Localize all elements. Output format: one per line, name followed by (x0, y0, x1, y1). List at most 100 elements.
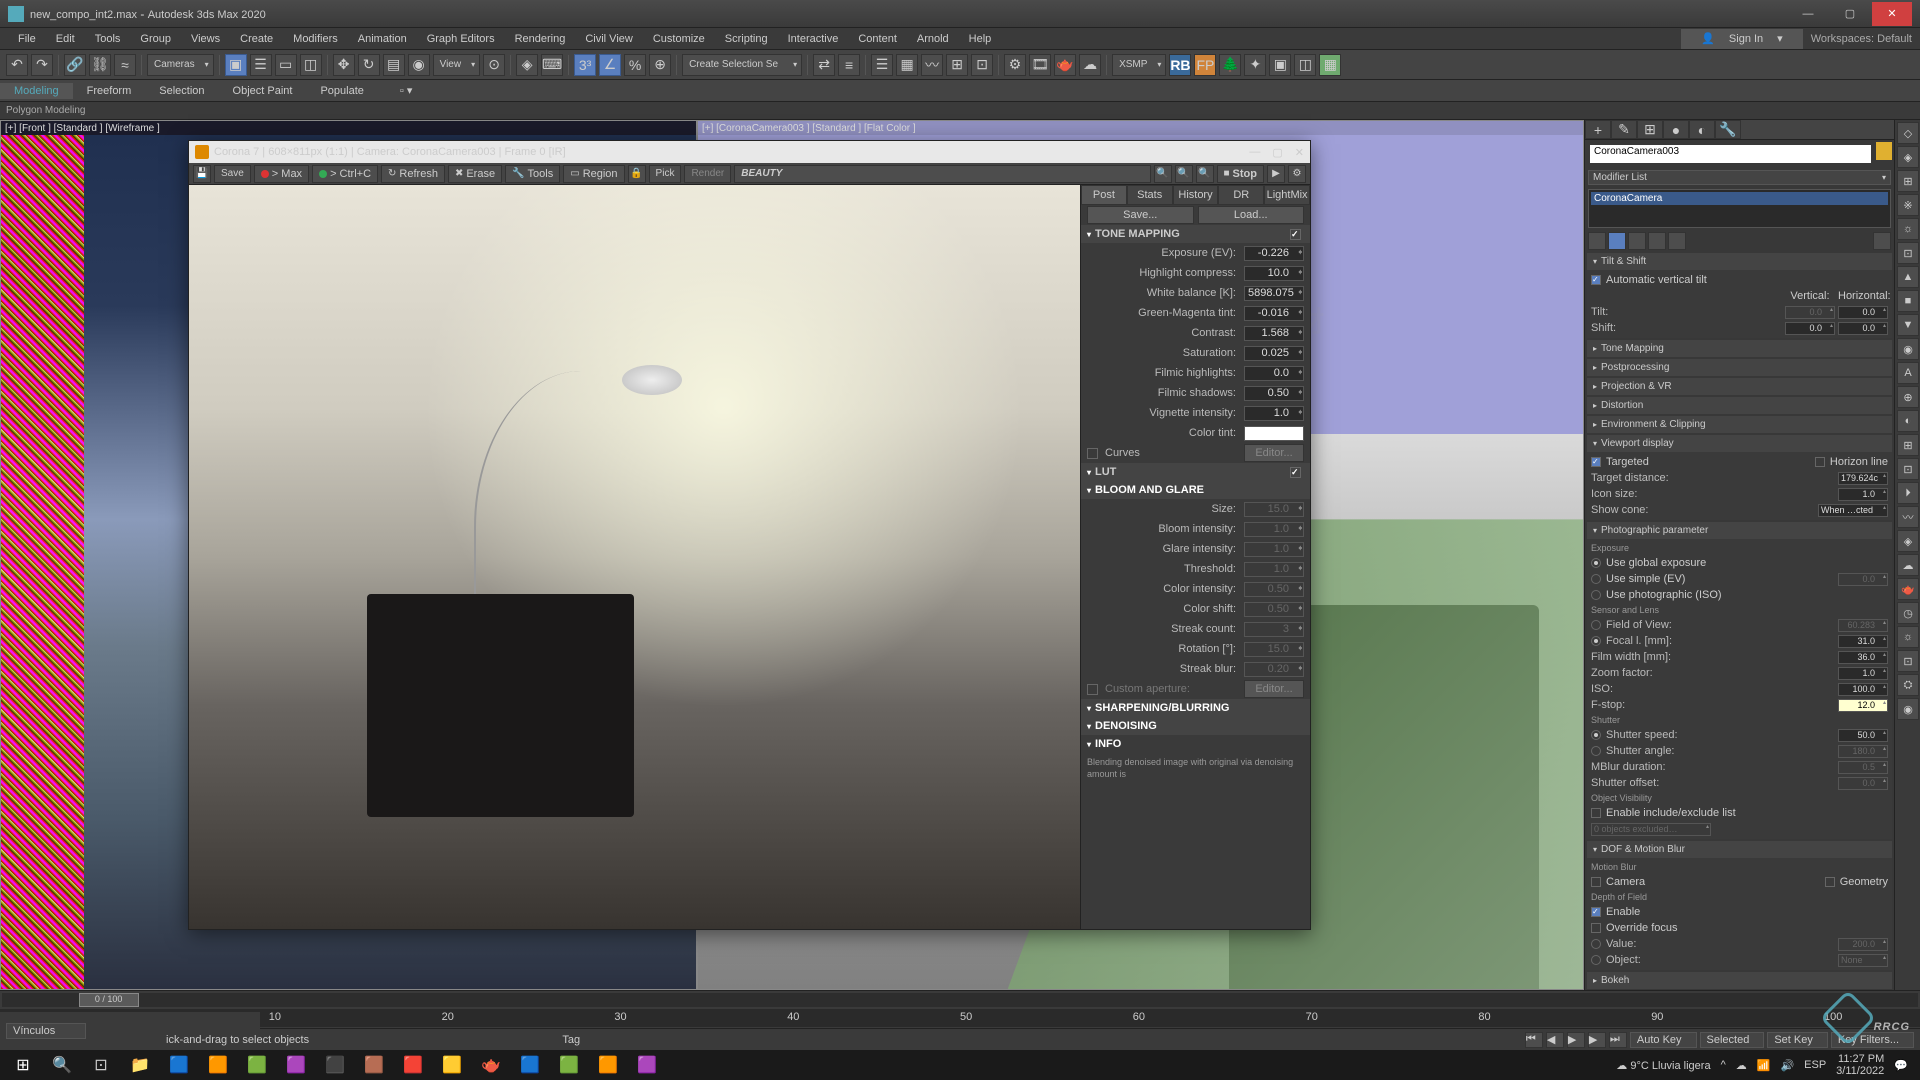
app-taskbar-icon-12[interactable]: 🟧 (589, 1051, 627, 1079)
notifications-icon[interactable]: 💬 (1894, 1059, 1908, 1072)
corona-stop-button[interactable]: ■ Stop (1217, 165, 1265, 183)
corona-tools-button[interactable]: 🔧 Tools (505, 165, 560, 183)
corona-lock-icon[interactable]: 🔒 (628, 165, 646, 183)
pivot-button[interactable]: ⊙ (483, 54, 505, 76)
global-exp-radio[interactable] (1591, 558, 1601, 568)
rt-icon-14[interactable]: ⊞ (1897, 434, 1919, 456)
target-distance-field[interactable]: 179.624c (1838, 472, 1888, 485)
close-button[interactable]: ✕ (1872, 2, 1912, 26)
start-button[interactable]: ⊞ (4, 1051, 42, 1079)
menu-arnold[interactable]: Arnold (907, 31, 959, 47)
system-clock[interactable]: 11:27 PM3/11/2022 (1836, 1053, 1884, 1077)
rt-icon-5[interactable]: ☼ (1897, 218, 1919, 240)
rollout-envclip[interactable]: Environment & Clipping (1587, 416, 1892, 433)
link-button[interactable]: 🔗 (64, 54, 86, 76)
shift-v-field[interactable]: 0.0 (1785, 322, 1835, 335)
search-button[interactable]: 🔍 (43, 1051, 81, 1079)
render-setup-button[interactable]: ⚙ (1004, 54, 1026, 76)
create-tab[interactable]: + (1585, 120, 1611, 139)
rt-icon-17[interactable]: 〰 (1897, 506, 1919, 528)
schematic-button[interactable]: ⊞ (946, 54, 968, 76)
corona-titlebar[interactable]: Corona 7 | 608×811px (1:1) | Camera: Cor… (189, 141, 1310, 163)
rt-icon-7[interactable]: ▲ (1897, 266, 1919, 288)
sharpen-header[interactable]: SHARPENING/BLURRING (1081, 699, 1310, 717)
angle-snap-button[interactable]: ∠ (599, 54, 621, 76)
show-end-result-button[interactable] (1608, 232, 1626, 250)
lut-enable[interactable] (1290, 467, 1301, 478)
shift-h-field[interactable]: 0.0 (1838, 322, 1888, 335)
rollout-dof[interactable]: DOF & Motion Blur (1587, 841, 1892, 858)
goto-end-button[interactable]: ⏭ (1609, 1032, 1627, 1048)
rt-icon-10[interactable]: ◉ (1897, 338, 1919, 360)
ribbon-freeform[interactable]: Freeform (73, 83, 146, 99)
tab-post[interactable]: Post (1081, 185, 1127, 205)
icon-size-field[interactable]: 1.0 (1838, 488, 1888, 501)
app-taskbar-icon-13[interactable]: 🟪 (628, 1051, 666, 1079)
render-frame-button[interactable]: 🎞 (1029, 54, 1051, 76)
pin-stack-button[interactable] (1588, 232, 1606, 250)
corona-save-button[interactable]: Save (214, 165, 251, 183)
corona-render-view[interactable] (189, 185, 1080, 929)
ribbon-populate[interactable]: Populate (306, 83, 377, 99)
remove-mod-button[interactable] (1648, 232, 1666, 250)
rt-icon-9[interactable]: ▼ (1897, 314, 1919, 336)
select-object-button[interactable]: ▣ (225, 54, 247, 76)
menu-edit[interactable]: Edit (46, 31, 85, 47)
object-name-field[interactable]: CoronaCamera003 (1590, 145, 1871, 163)
rt-icon-21[interactable]: ◷ (1897, 602, 1919, 624)
rt-icon-19[interactable]: ☁ (1897, 554, 1919, 576)
rt-icon-6[interactable]: ⊡ (1897, 242, 1919, 264)
undo-button[interactable]: ↶ (6, 54, 28, 76)
corona-save-icon[interactable]: 💾 (193, 165, 211, 183)
shutterspeed-radio[interactable] (1591, 730, 1601, 740)
tone-mapping-enable[interactable] (1290, 229, 1301, 240)
rt-icon-8[interactable]: ■ (1897, 290, 1919, 312)
modifier-stack[interactable]: CoronaCamera (1588, 189, 1891, 228)
display-tab[interactable]: ◐ (1689, 120, 1715, 139)
rt-icon-12[interactable]: ⊕ (1897, 386, 1919, 408)
xsmp-button[interactable]: XSMP (1112, 54, 1166, 76)
corona-play-icon[interactable]: ▶ (1267, 165, 1285, 183)
menu-views[interactable]: Views (181, 31, 230, 47)
menu-interactive[interactable]: Interactive (778, 31, 849, 47)
autokey-button[interactable]: Auto Key (1630, 1032, 1697, 1048)
rb-button[interactable]: RB (1169, 54, 1191, 76)
denoise-header[interactable]: DENOISING (1081, 717, 1310, 735)
saturation-field[interactable]: 0.025 (1244, 346, 1304, 361)
keyshort-button[interactable]: ⌨ (541, 54, 563, 76)
tray-lang-icon[interactable]: ESP (1804, 1059, 1826, 1071)
ribbon-selection[interactable]: Selection (145, 83, 218, 99)
menu-grapheditors[interactable]: Graph Editors (417, 31, 505, 47)
photo-iso-radio[interactable] (1591, 590, 1601, 600)
percent-snap-button[interactable]: % (624, 54, 646, 76)
tray-volume-icon[interactable]: 🔊 (1780, 1059, 1794, 1072)
menu-animation[interactable]: Animation (348, 31, 417, 47)
app-taskbar-icon-9[interactable]: 🫖 (472, 1051, 510, 1079)
menu-group[interactable]: Group (130, 31, 181, 47)
show-cone-dropdown[interactable]: When …cted (1818, 504, 1888, 517)
rollout-tiltshift[interactable]: Tilt & Shift (1587, 253, 1892, 270)
ribbon-objectpaint[interactable]: Object Paint (219, 83, 307, 99)
tool-a-button[interactable]: ✦ (1244, 54, 1266, 76)
auto-vtilt-check[interactable] (1591, 275, 1601, 285)
material-editor-button[interactable]: ⊡ (971, 54, 993, 76)
highlight-compress-field[interactable]: 10.0 (1244, 266, 1304, 281)
corona-zoom-fit-icon[interactable]: 🔍 (1154, 165, 1172, 183)
rollout-bokeh[interactable]: Bokeh (1587, 972, 1892, 989)
unlink-button[interactable]: ⛓ (89, 54, 111, 76)
menu-create[interactable]: Create (230, 31, 283, 47)
filmic-shadows-field[interactable]: 0.50 (1244, 386, 1304, 401)
mb-geom-check[interactable] (1825, 877, 1835, 887)
corona-pass-dropdown[interactable]: BEAUTY (734, 165, 1150, 183)
tool-b-button[interactable]: ▣ (1269, 54, 1291, 76)
incexc-check[interactable] (1591, 808, 1601, 818)
maximize-button[interactable]: ▢ (1830, 2, 1870, 26)
exposure-field[interactable]: -0.226 (1244, 246, 1304, 261)
layer-explorer-button[interactable]: ☰ (871, 54, 893, 76)
mb-camera-check[interactable] (1591, 877, 1601, 887)
viewport-camera-label[interactable]: [+] [CoronaCamera003 ] [Standard ] [Flat… (702, 123, 916, 134)
play-button[interactable]: ▶ (1567, 1032, 1585, 1048)
menu-content[interactable]: Content (848, 31, 907, 47)
simple-ev-radio[interactable] (1591, 574, 1601, 584)
stack-config-button[interactable] (1873, 232, 1891, 250)
